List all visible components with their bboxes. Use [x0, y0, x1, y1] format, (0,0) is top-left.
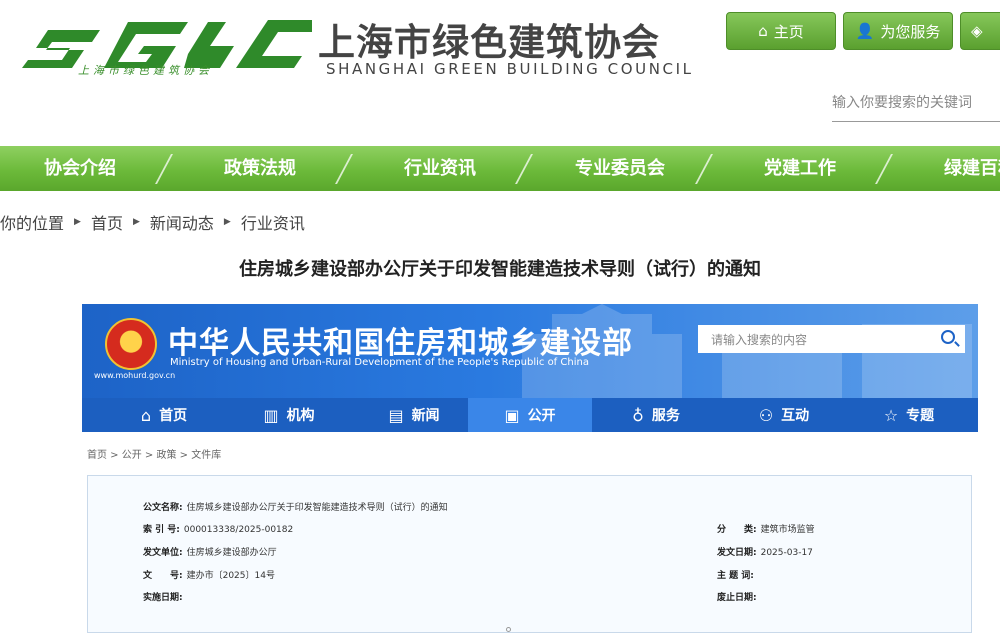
org-english-title: SHANGHAI GREEN BUILDING COUNCIL [326, 60, 694, 78]
nav-item-party[interactable]: 党建工作 [764, 146, 836, 191]
meta-doc-name: 公文名称: 住房城乡建设部办公厅关于印发智能建造技术导则（试行）的通知 [143, 500, 448, 513]
meta-category: 分 类: 建筑市场监管 [717, 522, 815, 535]
home-button[interactable]: ⌂ 主页 [726, 12, 836, 50]
ministry-tab-institutions[interactable]: ▥ 机构 [227, 398, 351, 432]
ministry-tab-public[interactable]: ▣ 公开 [468, 398, 592, 432]
ministry-banner-image: www.mohurd.gov.cn 中华人民共和国住房和城乡建设部 Minist… [82, 304, 978, 432]
document-metadata-box: 公文名称: 住房城乡建设部办公厅关于印发智能建造技术导则（试行）的通知 索 引 号… [87, 475, 972, 633]
ministry-tab-label: 互动 [781, 408, 810, 424]
meta-label: 公文名称: [143, 503, 183, 513]
ministry-tab-label: 服务 [651, 408, 680, 424]
ministry-tab-label: 机构 [286, 408, 315, 424]
meta-date: 发文日期: 2025-03-17 [717, 545, 813, 558]
ministry-english-title: Ministry of Housing and Urban-Rural Deve… [170, 357, 589, 368]
meta-label: 主 题 词: [717, 571, 754, 581]
breadcrumb-prefix: 你的位置 [0, 214, 65, 233]
meta-value: 2025-03-17 [760, 548, 813, 558]
ministry-tab-service[interactable]: ♁ 服务 [594, 398, 718, 432]
meta-label: 文 号: [143, 571, 183, 581]
meta-label: 废止日期: [717, 593, 757, 603]
org-title: 上海市绿色建筑协会 [318, 21, 660, 64]
ministry-nav: ⌂ 首页 ▥ 机构 ▤ 新闻 ▣ 公开 ♁ 服务 ⚇ 互动 ☆ 专题 [82, 398, 978, 432]
breadcrumb-home[interactable]: 首页 [91, 210, 123, 234]
breadcrumb: 你的位置 ▶ 首页 ▶ 新闻动态 ▶ 行业资讯 [0, 210, 305, 234]
nav-item-policy[interactable]: 政策法规 [224, 146, 296, 191]
service-button-label: 为您服务 [880, 22, 941, 41]
newspaper-icon: ▤ [388, 405, 404, 425]
meta-expire: 废止日期: [717, 590, 761, 603]
meta-value: 000013338/2025-00182 [183, 525, 294, 535]
ministry-tab-interaction[interactable]: ⚇ 互动 [722, 398, 846, 432]
ministry-search-input[interactable]: 请输入搜索的内容 [698, 325, 965, 353]
meta-index: 索 引 号: 000013338/2025-00182 [143, 522, 293, 535]
ministry-tab-label: 首页 [159, 408, 188, 424]
meta-value: 住房城乡建设部办公厅 [186, 548, 277, 558]
more-button[interactable]: ◈ [960, 12, 1000, 50]
meta-issuer: 发文单位: 住房城乡建设部办公厅 [143, 545, 277, 558]
ministry-breadcrumb: 首页 > 公开 > 政策 > 文件库 [87, 450, 222, 461]
nav-divider [515, 154, 533, 184]
search-icon[interactable] [941, 330, 955, 344]
logo-subtitle: 上海市绿色建筑协会 [78, 64, 213, 77]
star-icon: ☆ [883, 405, 899, 425]
nav-divider [335, 154, 353, 184]
ministry-tab-label: 新闻 [411, 408, 440, 424]
caret-right-icon: ▶ [132, 217, 140, 227]
national-emblem-icon [105, 318, 157, 370]
home-icon: ⌂ [140, 405, 152, 425]
meta-label: 发文单位: [143, 548, 183, 558]
service-icon: ♁ [632, 405, 644, 425]
search-input[interactable]: 输入你要搜索的关键词 [832, 86, 1000, 122]
loading-indicator [506, 627, 511, 632]
interaction-icon: ⚇ [758, 405, 774, 425]
caret-right-icon: ▶ [223, 217, 231, 227]
nav-divider [695, 154, 713, 184]
nav-item-encyclopedia[interactable]: 绿建百科 [944, 146, 1000, 191]
meta-value: 建办市〔2025〕14号 [186, 571, 275, 581]
nav-divider [875, 154, 893, 184]
building-icon: ▥ [263, 405, 279, 425]
meta-value: 建筑市场监管 [760, 525, 815, 535]
ministry-tab-label: 专题 [906, 408, 935, 424]
ministry-search-placeholder: 请输入搜索的内容 [711, 333, 808, 347]
caret-right-icon: ▶ [74, 217, 81, 227]
tag-icon: ◈ [971, 22, 983, 40]
main-nav: 协会介绍 政策法规 行业资讯 专业委员会 党建工作 绿建百科 [0, 146, 1000, 191]
meta-value: 住房城乡建设部办公厅关于印发智能建造技术导则（试行）的通知 [186, 503, 448, 513]
meta-subject: 主 题 词: [717, 568, 758, 581]
breadcrumb-news[interactable]: 新闻动态 [150, 210, 214, 234]
ministry-tab-label: 公开 [527, 408, 556, 424]
nav-item-about[interactable]: 协会介绍 [44, 146, 116, 191]
meta-label: 分 类: [717, 525, 757, 535]
meta-label: 索 引 号: [143, 525, 180, 535]
breadcrumb-industry[interactable]: 行业资讯 [241, 210, 305, 234]
site-header: 上海市绿色建筑协会 上海市绿色建筑协会 SHANGHAI GREEN BUILD… [0, 0, 1000, 135]
ministry-url: www.mohurd.gov.cn [94, 371, 176, 380]
meta-docno: 文 号: 建办市〔2025〕14号 [143, 568, 275, 581]
home-icon: ⌂ [758, 22, 768, 40]
article-title: 住房城乡建设部办公厅关于印发智能建造技术导则（试行）的通知 [239, 259, 761, 280]
meta-label: 发文日期: [717, 548, 757, 558]
ministry-tab-news[interactable]: ▤ 新闻 [352, 398, 476, 432]
home-button-label: 主页 [773, 22, 804, 41]
document-icon: ▣ [504, 405, 520, 425]
service-button[interactable]: 👤 为您服务 [843, 12, 953, 50]
meta-label: 实施日期: [143, 593, 183, 603]
ministry-title: 中华人民共和国住房和城乡建设部 [168, 326, 633, 361]
ministry-tab-topics[interactable]: ☆ 专题 [847, 398, 971, 432]
nav-item-news[interactable]: 行业资讯 [404, 146, 476, 191]
ministry-tab-home[interactable]: ⌂ 首页 [102, 398, 226, 432]
meta-effective: 实施日期: [143, 590, 187, 603]
nav-item-committees[interactable]: 专业委员会 [575, 146, 665, 191]
person-icon: 👤 [855, 22, 875, 40]
nav-divider [155, 154, 173, 184]
